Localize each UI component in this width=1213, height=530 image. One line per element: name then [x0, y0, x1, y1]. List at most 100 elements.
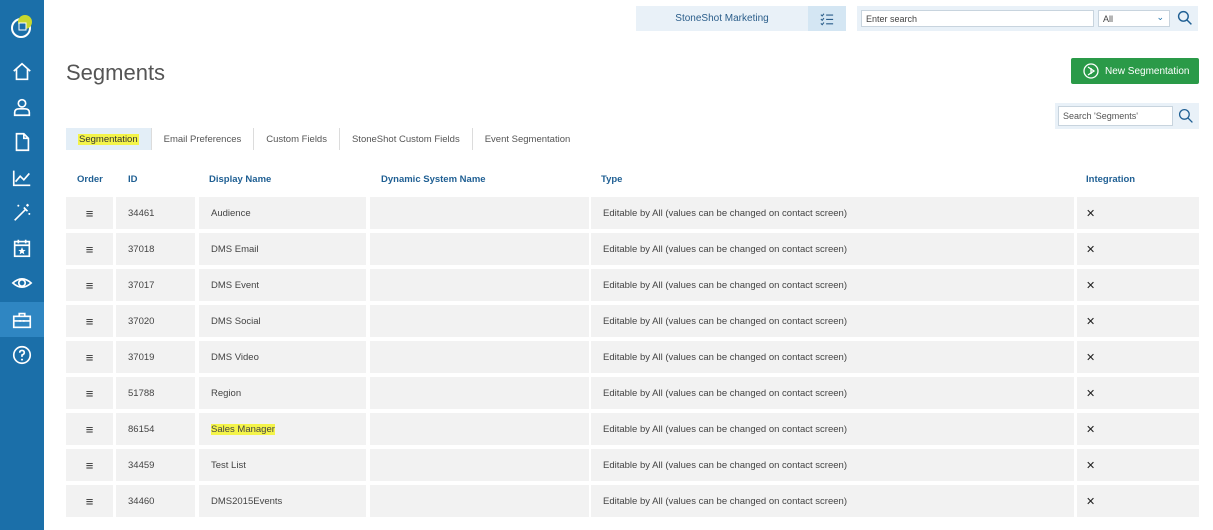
row-dynamic-system-name: [370, 305, 589, 337]
row-id: 34460: [116, 485, 195, 517]
x-icon: ✕: [1086, 423, 1096, 436]
drag-handle[interactable]: ≡: [66, 305, 113, 337]
account-switcher: StoneShot Marketing: [636, 6, 846, 31]
table-row[interactable]: ≡ 34461 Audience Editable by All (values…: [66, 197, 1199, 229]
table-row[interactable]: ≡ 86154 Sales Manager Editable by All (v…: [66, 413, 1199, 445]
drag-handle[interactable]: ≡: [66, 377, 113, 409]
row-display-name[interactable]: DMS Event: [199, 269, 366, 301]
drag-handle[interactable]: ≡: [66, 485, 113, 517]
search-icon: [1178, 108, 1193, 123]
table-row[interactable]: ≡ 37020 DMS Social Editable by All (valu…: [66, 305, 1199, 337]
row-display-name[interactable]: DMS2015Events: [199, 485, 366, 517]
row-display-name-text: Sales Manager: [211, 423, 275, 435]
drag-handle-icon: ≡: [85, 421, 94, 437]
sidebar-item-content[interactable]: [0, 124, 44, 159]
drag-handle[interactable]: ≡: [66, 449, 113, 481]
sidebar-item-automation[interactable]: [0, 195, 44, 230]
table-row[interactable]: ≡ 37018 DMS Email Editable by All (value…: [66, 233, 1199, 265]
x-icon: ✕: [1086, 459, 1096, 472]
x-icon: ✕: [1086, 243, 1096, 256]
drag-handle-icon: ≡: [85, 457, 94, 473]
column-header-display-name[interactable]: Display Name: [209, 174, 271, 185]
table-row[interactable]: ≡ 37019 DMS Video Editable by All (value…: [66, 341, 1199, 373]
drag-handle-icon: ≡: [85, 241, 94, 257]
account-menu-button[interactable]: [808, 6, 846, 31]
tab-label: StoneShot Custom Fields: [351, 133, 460, 145]
drag-handle[interactable]: ≡: [66, 269, 113, 301]
row-display-name-text: DMS Video: [211, 351, 259, 363]
drag-handle[interactable]: ≡: [66, 233, 113, 265]
x-icon: ✕: [1086, 207, 1096, 220]
row-id: 51788: [116, 377, 195, 409]
row-dynamic-system-name: [370, 449, 589, 481]
row-display-name[interactable]: DMS Video: [199, 341, 366, 373]
user-icon: [13, 98, 31, 116]
row-id: 34461: [116, 197, 195, 229]
table-header: Order ID Display Name Dynamic System Nam…: [66, 174, 1199, 190]
row-dynamic-system-name: [370, 413, 589, 445]
tab-event-segmentation[interactable]: Event Segmentation: [473, 128, 583, 150]
search-scope-select[interactable]: All ⌄: [1098, 10, 1170, 27]
global-search-input[interactable]: Enter search: [861, 10, 1094, 27]
drag-handle[interactable]: ≡: [66, 413, 113, 445]
row-display-name[interactable]: Sales Manager: [199, 413, 366, 445]
sidebar-item-reports[interactable]: [0, 160, 44, 195]
tab-label: Email Preferences: [163, 133, 242, 145]
chevron-down-icon: ⌄: [1156, 12, 1164, 22]
table-row[interactable]: ≡ 51788 Region Editable by All (values c…: [66, 377, 1199, 409]
row-display-name[interactable]: DMS Social: [199, 305, 366, 337]
sidebar-item-help[interactable]: [0, 337, 44, 372]
column-header-integration[interactable]: Integration: [1086, 174, 1135, 185]
sidebar-item-home[interactable]: [0, 54, 44, 89]
row-display-name[interactable]: DMS Email: [199, 233, 366, 265]
search-icon: [1177, 10, 1192, 25]
drag-handle[interactable]: ≡: [66, 341, 113, 373]
column-header-order[interactable]: Order: [77, 174, 103, 185]
new-segmentation-icon: [1083, 63, 1099, 79]
table-row[interactable]: ≡ 37017 DMS Event Editable by All (value…: [66, 269, 1199, 301]
column-header-dynamic-system-name[interactable]: Dynamic System Name: [381, 174, 486, 185]
row-integration: ✕: [1077, 485, 1199, 517]
row-dynamic-system-name: [370, 485, 589, 517]
page-title: Segments: [66, 60, 166, 85]
global-search-button[interactable]: [1175, 8, 1195, 28]
drag-handle[interactable]: ≡: [66, 197, 113, 229]
home-icon: [13, 62, 31, 80]
row-id: 34459: [116, 449, 195, 481]
segments-search-input[interactable]: Search 'Segments': [1058, 106, 1173, 126]
tab-email-preferences[interactable]: Email Preferences: [152, 128, 255, 150]
table-row[interactable]: ≡ 34460 DMS2015Events Editable by All (v…: [66, 485, 1199, 517]
segments-search-button[interactable]: [1176, 106, 1196, 126]
tab-custom-fields[interactable]: Custom Fields: [254, 128, 340, 150]
row-dynamic-system-name: [370, 341, 589, 373]
x-icon: ✕: [1086, 351, 1096, 364]
new-segmentation-button[interactable]: New Segmentation: [1071, 58, 1199, 84]
row-type: Editable by All (values can be changed o…: [591, 197, 1074, 229]
row-display-name-text: DMS Event: [211, 279, 260, 291]
sidebar-item-contacts[interactable]: [0, 89, 44, 124]
column-header-id[interactable]: ID: [128, 174, 138, 185]
calendar-star-icon: [13, 239, 31, 257]
account-name[interactable]: StoneShot Marketing: [636, 6, 808, 31]
x-icon: ✕: [1086, 315, 1096, 328]
sidebar-item-monitor[interactable]: [0, 265, 44, 300]
table-row[interactable]: ≡ 34459 Test List Editable by All (value…: [66, 449, 1199, 481]
row-display-name[interactable]: Audience: [199, 197, 366, 229]
row-display-name[interactable]: Region: [199, 377, 366, 409]
row-integration: ✕: [1077, 377, 1199, 409]
row-dynamic-system-name: [370, 233, 589, 265]
column-header-type[interactable]: Type: [601, 174, 622, 185]
tab-segmentation[interactable]: Segmentation: [66, 128, 152, 150]
row-display-name-text: DMS2015Events: [211, 495, 283, 507]
row-type: Editable by All (values can be changed o…: [591, 449, 1074, 481]
document-icon: [15, 132, 30, 151]
row-display-name[interactable]: Test List: [199, 449, 366, 481]
sidebar-item-events[interactable]: [0, 230, 44, 265]
app-logo[interactable]: [6, 10, 38, 42]
row-integration: ✕: [1077, 269, 1199, 301]
row-integration: ✕: [1077, 413, 1199, 445]
row-display-name-text: DMS Social: [211, 315, 261, 327]
tab-stoneshot-custom-fields[interactable]: StoneShot Custom Fields: [340, 128, 473, 150]
global-search: Enter search All ⌄: [857, 6, 1198, 31]
sidebar-item-tools[interactable]: [0, 302, 44, 337]
